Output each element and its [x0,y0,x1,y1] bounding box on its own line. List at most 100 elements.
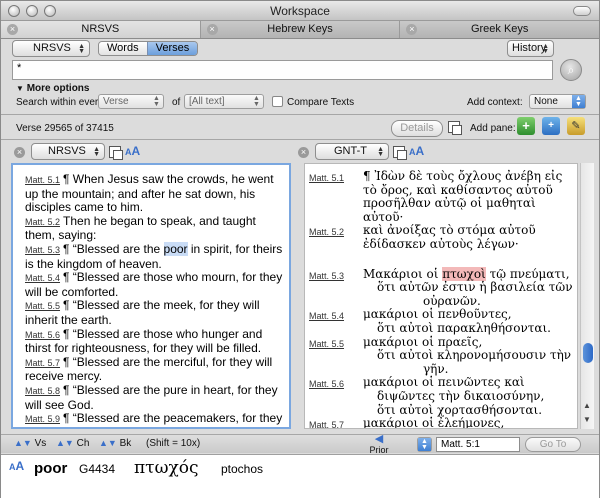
verse-line: μακάριοι οἱ πενθοῦντες, [363,307,512,322]
step-down-icon: ▼ [22,438,32,448]
words-mode-button[interactable]: Words [99,42,147,55]
popup-arrows-icon: ▲ ▼ [572,95,585,108]
close-pane-icon[interactable]: × [298,147,309,158]
verse-reference-link[interactable]: Matt. 5.7 [25,358,60,368]
search-mode-segmented: Words Verses [98,41,199,56]
verse-reference-link[interactable]: Matt. 5.6 [25,330,60,340]
popup-arrows-icon: ▲ ▼ [542,43,549,55]
minimize-window-button[interactable] [26,5,38,17]
verse-reference-link[interactable]: Matt. 5.6 [309,376,363,417]
verse-reference-link[interactable]: Matt. 5.4 [25,273,60,283]
right-pane-version-popup[interactable]: GNT-T ▲ ▼ [315,143,389,160]
scrollbar-thumb[interactable] [583,343,593,363]
compare-texts-checkbox[interactable] [272,96,283,107]
verse-text: ¶ “Blessed are the meek, for they will i… [25,298,260,327]
text-size-icon[interactable]: AA [125,144,140,158]
tab-hebrew-keys[interactable]: × Hebrew Keys [201,21,401,38]
word-transliteration: ptochos [221,462,264,476]
chapter-step-control[interactable]: ▲▼ Ch [56,438,89,449]
highlighted-word[interactable]: poor [163,241,188,256]
close-tab-icon[interactable]: × [206,24,218,35]
verse-reference-link[interactable]: Matt. 5.5 [309,336,363,377]
highlighted-word[interactable]: πτωχοὶ [442,266,486,281]
close-window-button[interactable] [8,5,20,17]
verse-reference-link[interactable]: Matt. 5.3 [309,268,363,309]
scroll-down-icon[interactable]: ▼ [583,415,591,424]
history-popup[interactable]: History ▲ ▼ [507,40,554,57]
details-button[interactable]: Details [391,120,443,137]
go-to-button[interactable]: Go To [525,437,581,452]
verse-row: Matt. 5.9 ¶ “Blessed are the peacemakers,… [25,411,287,427]
right-text-pane[interactable]: Matt. 5.1 ¶ Ἰδὼν δὲ τοὺς ὄχλους ἀνέβη εἰς… [304,163,578,429]
verse-line: ὅτι αὐτοὶ παρακληθήσονται. [377,320,551,335]
verse-reference-link[interactable]: Matt. 5.2 [309,224,363,251]
verse-reference-link[interactable]: Matt. 5.3 [25,245,60,255]
word-greek: πτωχός [134,458,199,478]
add-notes-pane-icon[interactable]: ✎ [567,117,585,135]
add-tool-pane-icon[interactable]: + [542,117,560,135]
left-pane-version-popup[interactable]: NRSVS ▲ ▼ [31,143,105,160]
search-version-popup[interactable]: NRSVS ▲ ▼ [12,40,90,57]
verse-reference-link[interactable]: Matt. 5.4 [309,308,363,335]
verses-mode-button[interactable]: Verses [146,42,198,55]
verse-text: μακάριοι οἱ ἐλεήμονες,ὅτι αὐτοὶ ἐλεηθήσο… [363,416,577,428]
verse-text: καὶ ἀνοίξας τὸ στόμα αὐτοῦ ἐδίδασκεν αὐτ… [363,223,536,251]
verse-reference-link[interactable]: Matt. 5.1 [309,170,363,224]
compare-texts-label: Compare Texts [287,97,355,108]
verse-reference-link[interactable]: Matt. 5.5 [25,301,60,311]
verse-count: Verse 29565 of 37415 [16,123,114,134]
popup-arrows-icon: ▲ ▼ [253,95,260,108]
verse-reference-link[interactable]: Matt. 5.7 [309,417,363,428]
search-magnifier-icon[interactable]: ⌕ [560,59,582,81]
reference-history-popup[interactable]: ▲ ▼ [417,437,432,452]
close-pane-icon[interactable]: × [14,147,25,158]
tab-nrsvs[interactable]: × NRSVS [1,21,201,38]
window-controls [8,5,56,17]
zoom-window-button[interactable] [44,5,56,17]
workspace-window: Workspace × NRSVS × Hebrew Keys × Greek … [0,0,600,498]
word-strongs-number: G4434 [79,462,116,476]
more-options-toggle[interactable]: ▼ More options [16,83,89,94]
word-info-bar: AA poor G4434 πτωχός ptochos [1,454,599,498]
greek-text: Matt. 5.1 ¶ Ἰδὼν δὲ τοὺς ὄχλους ἀνέβη εἰς… [309,169,577,428]
verse-line: τῷ πνεύματι, [485,266,570,281]
search-input[interactable]: * [12,60,553,80]
popup-arrows-icon: ▲ ▼ [418,438,431,451]
add-pane-label: Add pane: [470,123,516,134]
verse-row: Matt. 5.5 μακάριοι οἱ πραεῖς, ὅτι αὐτοὶ κλ… [309,335,577,377]
pane-copy-icon[interactable] [393,146,407,160]
verse-line: διψῶντες τὴν δικαιοσύνην, [377,388,545,403]
toolbar-toggle-button[interactable] [573,6,591,16]
tab-greek-keys[interactable]: × Greek Keys [400,21,599,38]
add-context-select[interactable]: None ▲ ▼ [529,94,586,109]
left-text-pane[interactable]: Matt. 5.1 ¶ When Jesus saw the crowds, he… [11,163,291,429]
verse-text: ¶ “Blessed are the pure in heart, for th… [25,382,278,412]
tab-bar: × NRSVS × Hebrew Keys × Greek Keys [1,21,599,39]
word-english: poor [34,460,68,477]
verse-row: Matt. 5.8 ¶ “Blessed are the pure in hear… [25,382,287,412]
step-up-icon: ▲ [99,438,108,448]
step-up-icon: ▲ [56,438,65,448]
close-tab-icon[interactable]: × [406,24,418,35]
book-step-control[interactable]: ▲▼ Bk [99,438,131,449]
text-size-icon[interactable]: AA [9,459,24,473]
verse-reference-link[interactable]: Matt. 5.8 [25,386,60,396]
add-text-pane-icon[interactable]: + [517,117,535,135]
left-arrow-icon: ◀ [374,433,384,445]
reference-input[interactable]: Matt. 5:1 [436,437,520,452]
close-tab-icon[interactable]: × [7,24,18,35]
search-within-select[interactable]: Verse ▲ ▼ [98,94,164,109]
copy-icon[interactable] [448,121,462,135]
verse-reference-link[interactable]: Matt. 5.9 [25,414,60,424]
scrollbar[interactable]: ▲ ▼ [580,163,594,429]
verse-reference-link[interactable]: Matt. 5.2 [25,217,60,227]
step-down-icon: ▼ [64,438,74,448]
verse-reference-link[interactable]: Matt. 5.1 [25,175,60,185]
text-size-icon[interactable]: AA [409,144,424,158]
prior-button[interactable]: ◀ Prior [367,432,391,456]
verse-text: ¶ When Jesus saw the crowds, he went up … [25,172,274,215]
pane-copy-icon[interactable] [109,146,123,160]
search-range-select[interactable]: [All text] ▲ ▼ [184,94,264,109]
scroll-up-icon[interactable]: ▲ [583,401,591,410]
verse-step-control[interactable]: ▲▼ Vs [14,438,46,449]
